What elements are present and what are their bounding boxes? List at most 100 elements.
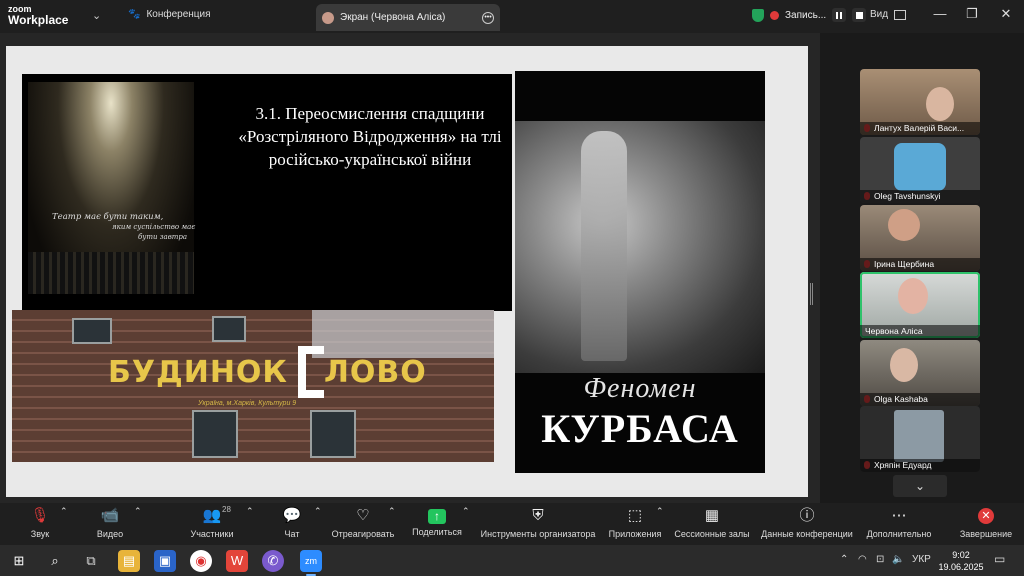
language-indicator[interactable]: УКР [912, 554, 931, 565]
notifications-icon[interactable]: ▭ [994, 552, 1005, 566]
apps-options-chevron-icon[interactable]: ⌃ [656, 506, 664, 517]
mic-muted-icon: 🎙 [30, 507, 50, 524]
more-label: Дополнительно [866, 529, 932, 539]
close-button[interactable]: ✕ [996, 6, 1016, 22]
host-tools-button[interactable]: ⛨ Инструменты организатора [478, 506, 598, 539]
participant-name: Червона Аліса [860, 325, 980, 338]
stop-recording-button[interactable] [852, 8, 867, 22]
participant-name: Ірина Щербина [860, 258, 980, 271]
network-icon[interactable]: ⊡ [876, 554, 884, 565]
minimize-button[interactable]: — [930, 6, 950, 21]
building-window [72, 318, 112, 344]
participant-tile[interactable]: Лантух Валерій Васи... [860, 69, 980, 135]
participants-count: 28 [222, 505, 231, 514]
participant-name: Хряпін Едуард [860, 459, 980, 472]
logo-word-right: ЛОВО [323, 354, 427, 390]
building-window [310, 410, 356, 458]
chat-icon: 💬 [282, 507, 302, 524]
participant-avatar [894, 143, 946, 191]
conference-tab[interactable]: 🐾 Конференция [128, 9, 211, 20]
logo-word-left: БУДИНОК [108, 354, 288, 390]
more-icon[interactable]: ••• [482, 11, 494, 24]
chrome-icon[interactable]: ◉ [190, 550, 212, 572]
shield-icon[interactable] [752, 8, 764, 22]
chevron-down-icon[interactable]: ⌄ [92, 9, 101, 22]
building-window [212, 316, 246, 342]
save-floppy-icon[interactable]: ▣ [154, 550, 176, 572]
panel-resize-handle[interactable] [810, 283, 813, 305]
breakout-rooms-button[interactable]: ▦ Сессионные залы [672, 506, 752, 539]
react-button[interactable]: ♡ Отреагировать [330, 506, 396, 539]
participant-tile[interactable]: Ірина Щербина [860, 205, 980, 271]
scroll-participants-down-button[interactable]: ⌄ [893, 475, 947, 497]
share-screen-button[interactable]: ↑ Поделиться [410, 506, 464, 537]
viber-icon[interactable]: ✆ [262, 550, 284, 572]
system-clock[interactable]: 9:02 19.06.2025 [936, 549, 986, 573]
presentation-slide: Театр має бути таким, яким суспільство м… [6, 46, 808, 497]
clock-time: 9:02 [952, 550, 970, 560]
wifi-icon[interactable]: ◠ [858, 554, 867, 565]
zoom-workplace-logo[interactable]: zoom Workplace [8, 4, 68, 26]
brand-bottom: Workplace [8, 13, 69, 27]
volume-icon[interactable]: 🔈 [892, 554, 904, 565]
video-options-chevron-icon[interactable]: ⌃ [134, 506, 142, 517]
audience-silhouette [28, 252, 194, 294]
chat-options-chevron-icon[interactable]: ⌃ [314, 506, 322, 517]
react-label: Отреагировать [331, 529, 395, 539]
kurbas-poster: Феномен КУРБАСА [515, 71, 765, 473]
paw-icon: 🐾 [128, 9, 141, 20]
participant-tile[interactable]: Хряпін Едуард [860, 406, 980, 472]
zoom-app-icon[interactable]: zm [300, 550, 322, 576]
chat-button[interactable]: 💬 Чат [278, 506, 306, 539]
participant-name: Лантух Валерій Васи... [860, 122, 980, 135]
pause-recording-button[interactable] [832, 8, 847, 22]
zoom-titlebar: zoom Workplace ⌄ 🐾 Конференция Экран (Че… [0, 0, 1024, 33]
view-label: Вид [870, 9, 889, 20]
meeting-info-button[interactable]: ⓘ Данные конференции [758, 506, 856, 539]
participant-video [926, 87, 954, 121]
participant-tile[interactable]: Oleg Tavshunskyi [860, 137, 980, 203]
participants-button[interactable]: 👥 Участники [184, 506, 240, 539]
audio-options-chevron-icon[interactable]: ⌃ [60, 506, 68, 517]
view-button[interactable]: Вид [870, 9, 907, 20]
budynok-slovo-logo: БУДИНОК ЛОВО [108, 346, 427, 398]
pause-icon [836, 11, 843, 19]
participants-options-chevron-icon[interactable]: ⌃ [246, 506, 254, 517]
slide-title: 3.1. Переосмислення спадщини «Розстрілян… [238, 104, 502, 169]
budynok-slovo-photo: БУДИНОК ЛОВО Україна, м.Харків, Культури… [12, 310, 494, 462]
audio-button[interactable]: 🎙 Звук [20, 506, 60, 539]
task-view-icon[interactable]: ⧉ [80, 550, 102, 572]
search-icon[interactable]: ⌕ [44, 550, 66, 572]
apps-label: Приложения [608, 529, 662, 539]
end-label: Завершение [959, 529, 1013, 539]
audio-label: Звук [30, 529, 50, 539]
recording-label: Запись... [785, 9, 827, 21]
building-window [192, 410, 238, 458]
shield-icon: ⛨ [532, 507, 544, 524]
theatre-quote: Театр має бути таким, яким суспільство м… [52, 212, 202, 242]
screen-share-tab[interactable]: Экран (Червона Аліса) ••• [316, 4, 500, 31]
meeting-info-label: Данные конференции [761, 529, 853, 539]
windows-taskbar: ⊞ ⌕ ⧉ ▤ ▣ ◉ W ✆ zm ⌃ ◠ ⊡ 🔈 УКР 9:02 19.0… [0, 545, 1024, 576]
wps-office-icon[interactable]: W [226, 550, 248, 572]
participants-label: Участники [190, 529, 234, 539]
tray-chevron-up-icon[interactable]: ⌃ [840, 554, 848, 565]
windows-start-icon[interactable]: ⊞ [8, 550, 30, 572]
participant-name: Oleg Tavshunskyi [860, 190, 980, 203]
share-arrow-icon: ↑ [428, 509, 446, 524]
maximize-button[interactable]: ❐ [962, 6, 982, 22]
participant-tile-active-speaker[interactable]: Червона Аліса [860, 272, 980, 338]
apps-icon: ⬚ [627, 507, 643, 524]
clock-date: 19.06.2025 [938, 562, 984, 572]
theatre-photo [28, 82, 194, 294]
end-meeting-button[interactable]: ✕ Завершение [956, 506, 1016, 539]
react-options-chevron-icon[interactable]: ⌃ [388, 506, 396, 517]
file-explorer-icon[interactable]: ▤ [118, 550, 140, 572]
stop-icon [855, 11, 863, 19]
participant-video [894, 410, 944, 462]
video-label: Видео [96, 529, 124, 539]
more-button[interactable]: ⋯ Дополнительно [862, 506, 936, 539]
video-button[interactable]: 📹 Видео [88, 506, 132, 539]
share-options-chevron-icon[interactable]: ⌃ [462, 506, 470, 517]
participant-tile[interactable]: Olga Kashaba [860, 340, 980, 406]
